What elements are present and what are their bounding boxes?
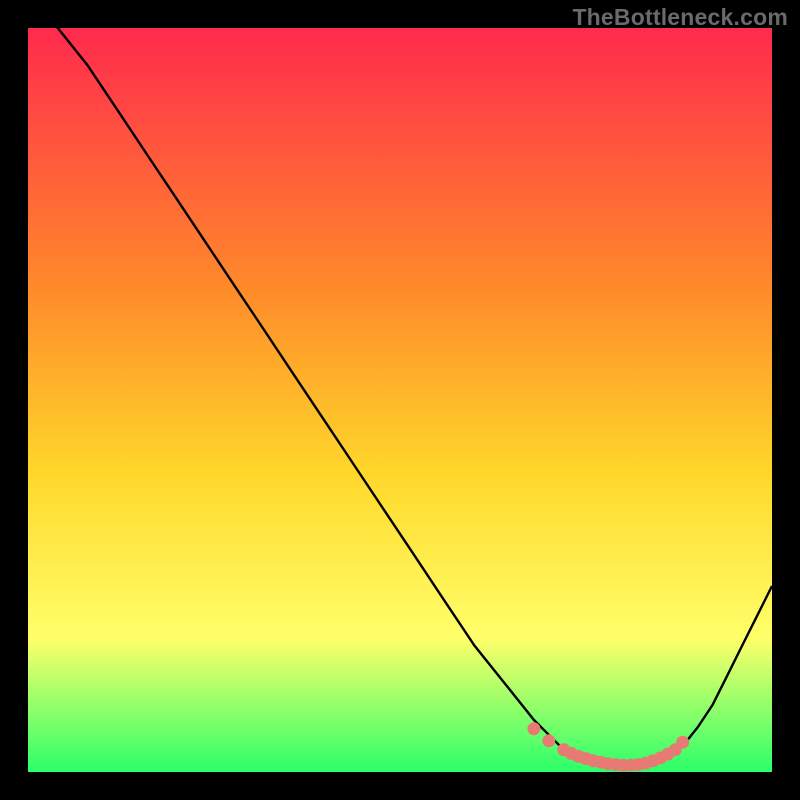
min-point [542,734,555,747]
watermark-text: TheBottleneck.com [572,4,788,31]
gradient-background [28,28,772,772]
bottleneck-chart [28,28,772,772]
chart-container: TheBottleneck.com [0,0,800,800]
min-point [527,722,540,735]
min-point [676,736,689,749]
plot-area [28,28,772,772]
